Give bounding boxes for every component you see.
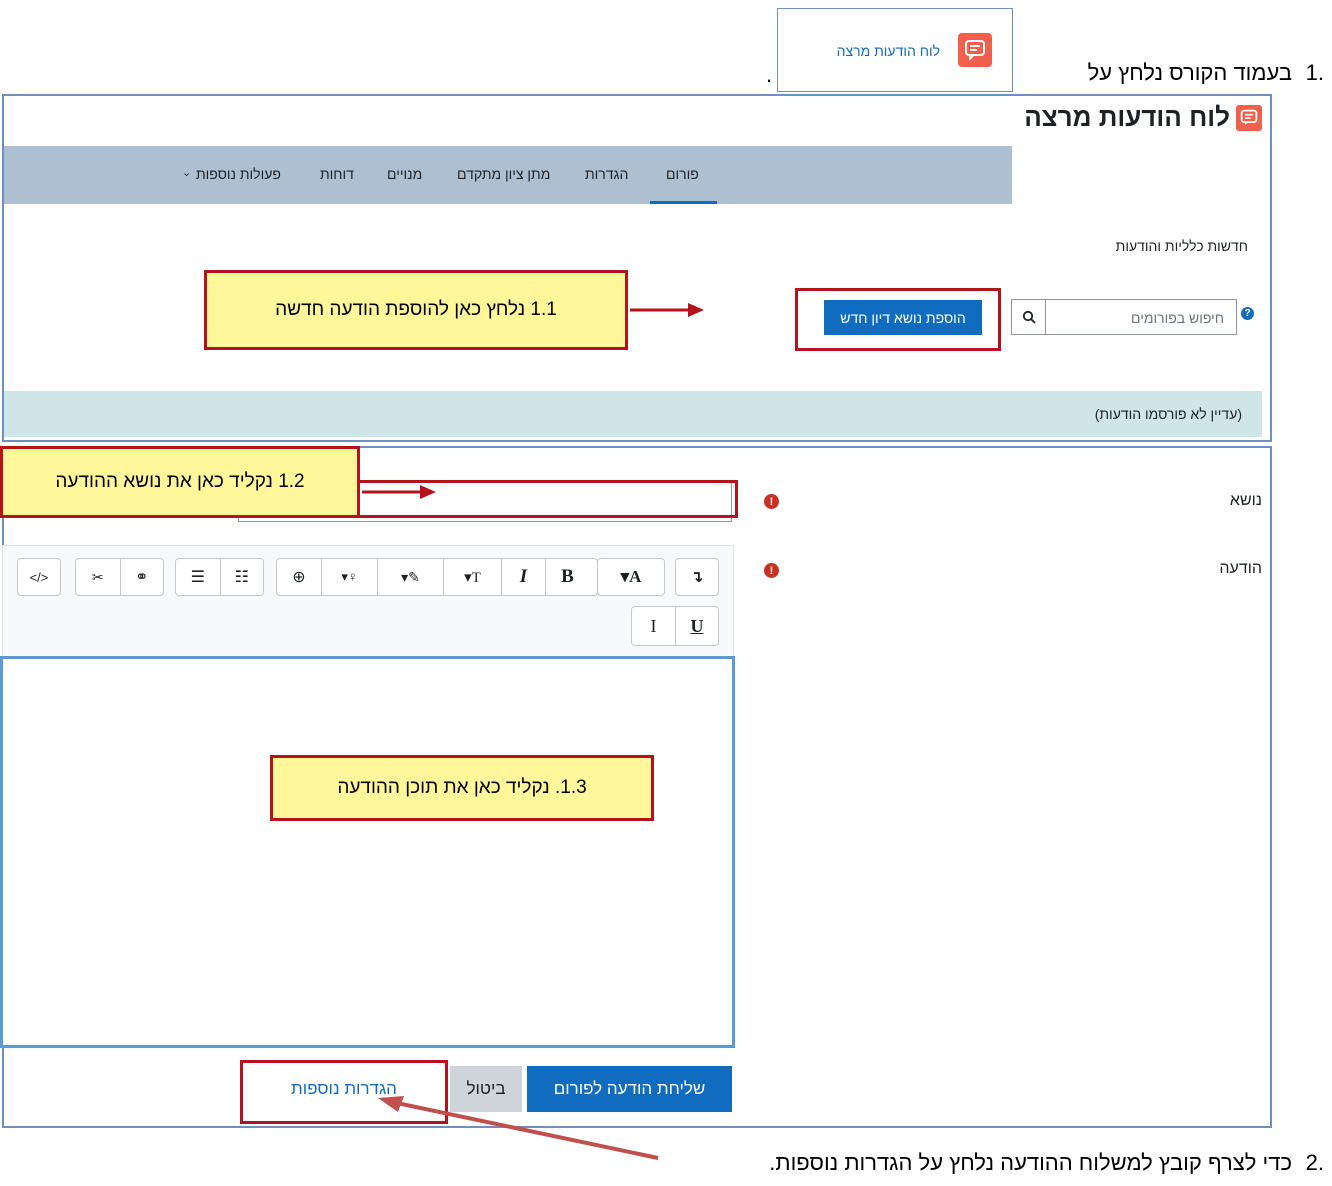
link-icon[interactable]: ⚭	[119, 559, 164, 595]
arrow-step-2	[378, 1096, 659, 1160]
subject-label: נושא	[1229, 492, 1262, 509]
highlight-icon[interactable]: ▾✎	[377, 559, 443, 595]
highlight-add-button	[795, 288, 1001, 351]
step-1-period: .	[766, 62, 773, 87]
search-button[interactable]	[1011, 299, 1046, 335]
required-icon: !	[764, 563, 779, 578]
toolbar-group-row2: I U	[631, 606, 719, 646]
tab-advanced-grading[interactable]: מתן ציון מתקדם	[457, 166, 550, 182]
page-title: לוח הודעות מרצה	[1024, 102, 1230, 132]
tab-more[interactable]: פעולות נוספות	[196, 166, 281, 182]
html-source-icon[interactable]: </>	[18, 559, 60, 595]
forum-description: חדשות כלליות והודעות	[1115, 238, 1248, 254]
unlink-icon[interactable]: ✂	[76, 559, 120, 595]
font-color-icon[interactable]: ▾A	[598, 559, 664, 595]
search-placeholder: חיפוש בפורומים	[1131, 310, 1224, 326]
tab-forum[interactable]: פורום	[666, 166, 699, 182]
clear-format-icon[interactable]: I	[632, 607, 675, 645]
tab-settings[interactable]: הגדרות	[585, 166, 628, 182]
font-size-icon[interactable]: ▾T	[443, 559, 501, 595]
toolbar-group-insert: ↴	[675, 558, 719, 596]
search-icon	[1022, 310, 1036, 324]
arrow-1-1	[630, 303, 704, 317]
forum-link-preview[interactable]: לוח הודעות מרצה	[777, 8, 1013, 92]
bold-icon[interactable]: B	[545, 559, 589, 595]
callout-1-3: 1.3. נקליד כאן את תוכן ההודעה	[270, 755, 654, 821]
toolbar-group-lists: ☰ ☷	[175, 558, 264, 596]
message-editor-area[interactable]	[0, 656, 735, 1048]
empty-message: (עדיין לא פורסמו הודעות)	[1094, 406, 1242, 422]
callout-1-1: 1.1 נלחץ כאן להוספת הודעה חדשה	[204, 270, 628, 350]
italic-icon[interactable]: I	[501, 559, 545, 595]
step-2-text: כדי לצרף קובץ למשלוח ההודעה נלחץ על הגדר…	[769, 1150, 1292, 1175]
step-2-number: 2.	[1305, 1150, 1324, 1175]
accessibility-icon[interactable]: ▾♀	[321, 559, 377, 595]
step-1-text: בעמוד הקורס נלחץ על	[1087, 60, 1292, 85]
zoom-icon[interactable]: ⊕	[277, 559, 321, 595]
active-tab-indicator	[650, 201, 717, 204]
callout-1-2: 1.2 נקליד כאן את נושא ההודעה	[0, 446, 360, 518]
bullet-list-icon[interactable]: ☷	[219, 559, 264, 595]
toolbar-group-links: ✂ ⚭	[75, 558, 164, 596]
step-1-number: 1.	[1305, 60, 1324, 85]
message-label: הודעה	[1219, 560, 1262, 577]
insert-icon[interactable]: ↴	[676, 559, 718, 595]
tab-subscribers[interactable]: מנויים	[387, 166, 422, 182]
chevron-down-icon: ⌄	[182, 167, 192, 179]
search-input[interactable]: חיפוש בפורומים	[1045, 299, 1237, 335]
toolbar-group-format: ▾A	[597, 558, 665, 596]
help-icon[interactable]: ?	[1241, 307, 1254, 320]
forum-chat-icon	[958, 33, 992, 67]
required-icon: !	[764, 494, 779, 509]
tab-reports[interactable]: דוחות	[320, 166, 354, 182]
toolbar-group-html: </>	[17, 558, 61, 596]
empty-alert	[4, 391, 1262, 437]
arrow-1-2	[362, 485, 436, 499]
forum-link-label: לוח הודעות מרצה	[836, 43, 940, 59]
forum-title-icon	[1236, 105, 1262, 131]
underline-icon[interactable]: U	[674, 607, 718, 645]
numbered-list-icon[interactable]: ☰	[176, 559, 220, 595]
toolbar-group-style: ⊕ ▾♀ ▾✎ ▾T I B	[276, 558, 598, 596]
